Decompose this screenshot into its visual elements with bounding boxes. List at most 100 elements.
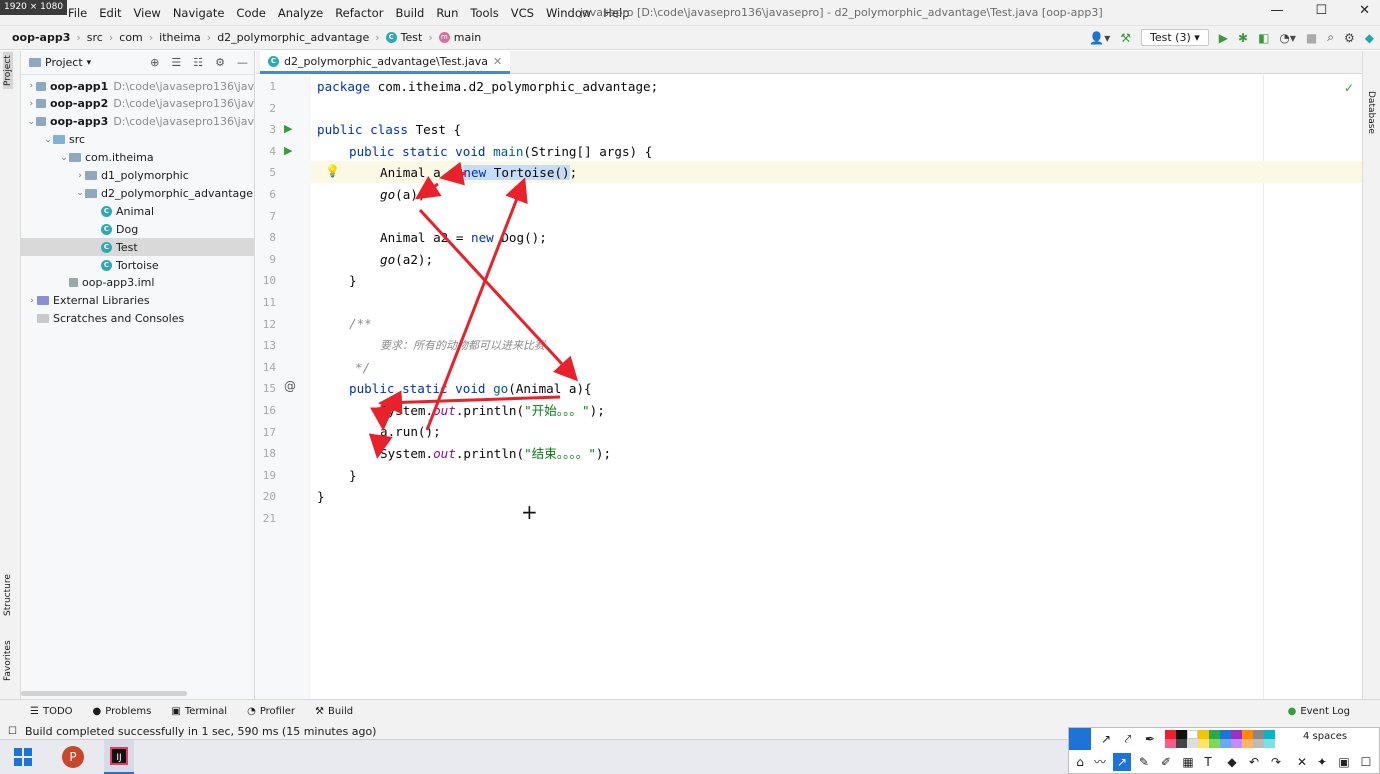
chevron-down-icon[interactable]: ⌄ (59, 153, 69, 163)
eraser-tool-icon[interactable]: ◆ (1223, 753, 1241, 771)
chevron-down-icon[interactable]: ⌄ (27, 117, 36, 127)
tree-item-oop-app2[interactable]: › oop-app2 D:\code\javasepro136\jav (21, 95, 255, 113)
hide-icon[interactable]: — (237, 56, 248, 69)
close-tab-icon[interactable]: ✕ (493, 55, 502, 68)
tree-item-animal[interactable]: C Animal (21, 202, 254, 220)
save-icon[interactable]: ▣ (1335, 753, 1353, 771)
grid-tool-icon[interactable]: ▦ (1179, 753, 1197, 771)
project-panel-title[interactable]: Project (45, 56, 83, 69)
tab-problems[interactable]: ● Problems (93, 706, 152, 717)
tree-item-src[interactable]: ⌄ src (21, 131, 254, 149)
chevron-down-icon[interactable]: ⌄ (43, 135, 53, 145)
highlighter-tool-icon[interactable]: ✐ (1157, 753, 1175, 771)
expand-all-icon[interactable]: ☰ (171, 56, 181, 69)
chevron-down-icon[interactable]: ▾ (87, 58, 92, 68)
pen-tool-icon[interactable]: ✎ (1135, 753, 1153, 771)
database-tool-button[interactable]: Database (1366, 91, 1376, 134)
menu-item-edit[interactable]: Edit (93, 6, 127, 20)
redo-icon[interactable]: ↷ (1267, 753, 1285, 771)
code-editor[interactable]: ✓ 💡 package com.itheima.d2_polymorphic_a… (311, 75, 1362, 699)
pointer-tool-active[interactable] (1069, 728, 1091, 750)
tab-terminal[interactable]: ▣ Terminal (171, 706, 227, 717)
menu-item-run[interactable]: Run (430, 6, 464, 20)
tree-item-tortoise[interactable]: C Tortoise (21, 256, 254, 274)
settings-gear-icon[interactable]: ⚙ (1344, 31, 1355, 45)
undo-icon[interactable]: ↶ (1245, 753, 1263, 771)
freehand-tool-icon[interactable]: 〰 (1091, 753, 1109, 771)
tree-item-oop-app3[interactable]: ⌄ oop-app3 D:\code\javasepro136\jav (21, 113, 254, 131)
breadcrumb-itheima[interactable]: itheima (159, 31, 201, 44)
minimize-icon[interactable]: — (1270, 3, 1283, 18)
indent-status[interactable]: 4 spaces (1303, 731, 1347, 742)
menu-item-vcs[interactable]: VCS (505, 6, 540, 20)
text-tool-icon[interactable]: T (1199, 753, 1217, 771)
breadcrumb-package[interactable]: d2_polymorphic_advantage (217, 31, 369, 44)
chevron-right-icon[interactable]: › (27, 99, 36, 109)
gear-icon[interactable]: ⚙ (215, 56, 225, 69)
locate-icon[interactable]: ⊕ (150, 56, 159, 69)
run-config-select[interactable]: Test (3) ▾ (1141, 29, 1209, 46)
profile-icon[interactable]: ◔▾ (1279, 31, 1296, 45)
tab-todo[interactable]: ☰ TODO (30, 706, 73, 717)
structure-tool-button[interactable]: Structure (3, 574, 13, 616)
build-hammer-icon[interactable]: ⚒ (1120, 31, 1131, 45)
arrow-tool-icon[interactable]: ↗ (1097, 730, 1115, 748)
breadcrumb-com[interactable]: com (119, 31, 143, 44)
menu-item-view[interactable]: View (128, 6, 167, 20)
run-class-icon[interactable]: ▶ (284, 122, 292, 135)
tree-item-oop-app3-iml[interactable]: oop-app3.iml (21, 274, 254, 292)
chevron-down-icon[interactable]: ⌄ (75, 188, 85, 198)
pin-icon[interactable]: ✦ (1313, 753, 1331, 771)
collapse-all-icon[interactable]: ☷ (193, 56, 203, 69)
line-tool-icon[interactable]: ⤤ (1119, 730, 1137, 748)
tree-item-external-libraries[interactable]: › External Libraries (21, 292, 254, 310)
intellij-taskbar-item[interactable]: IJ (104, 740, 134, 774)
breadcrumb-project[interactable]: oop-app3 (12, 31, 70, 44)
menu-item-analyze[interactable]: Analyze (272, 6, 329, 20)
tree-item-d1-polymorphic[interactable]: › d1_polymorphic (21, 167, 254, 185)
select-tool-icon[interactable]: ⌂ (1071, 753, 1089, 771)
breadcrumb-class[interactable]: Test (401, 31, 423, 44)
window-icon[interactable]: ☐ (1357, 753, 1375, 771)
search-icon[interactable]: ⌕ (1327, 30, 1334, 45)
close-draw-icon[interactable]: ✕ (1293, 753, 1311, 771)
windows-start-icon[interactable] (14, 748, 32, 766)
chevron-right-icon[interactable]: › (75, 171, 85, 181)
menu-item-tools[interactable]: Tools (464, 6, 504, 20)
lightbulb-icon[interactable]: 💡 (325, 164, 340, 178)
menu-item-navigate[interactable]: Navigate (167, 6, 231, 20)
implements-icon[interactable]: @ (284, 379, 296, 393)
maximize-icon[interactable]: ☐ (1315, 3, 1327, 18)
tab-profiler[interactable]: ◔ Profiler (247, 706, 295, 717)
tab-build[interactable]: ⚒ Build (315, 706, 353, 717)
tree-item-dog[interactable]: C Dog (21, 220, 254, 238)
panel-toggle-icon[interactable]: ☐ (8, 726, 17, 737)
user-icon[interactable]: 👤▾ (1089, 31, 1110, 45)
tree-item-com-itheima[interactable]: ⌄ com.itheima (21, 149, 254, 167)
coverage-icon[interactable]: ◧ (1258, 31, 1269, 45)
breadcrumb-method[interactable]: main (454, 31, 481, 44)
powerpoint-icon[interactable]: P (62, 746, 84, 768)
color-palette[interactable] (1165, 730, 1275, 748)
event-log-button[interactable]: ● Event Log (1288, 706, 1350, 717)
horizontal-scrollbar[interactable] (21, 691, 187, 696)
menu-item-code[interactable]: Code (230, 6, 271, 20)
marker-tool-icon[interactable]: ✒ (1141, 730, 1159, 748)
tree-item-oop-app1[interactable]: › oop-app1 D:\code\javasepro136\jav (21, 77, 255, 95)
chevron-right-icon[interactable]: › (27, 81, 36, 91)
tree-item-d2-polymorphic-advantage[interactable]: ⌄ d2_polymorphic_advantage (21, 184, 254, 202)
ide-logo-icon[interactable]: ◆ (1365, 31, 1374, 45)
stop-icon[interactable]: ■ (1306, 31, 1317, 45)
tab-test-java[interactable]: C d2_polymorphic_advantage\Test.java ✕ (260, 51, 511, 74)
tree-item-scratches-and-consoles[interactable]: Scratches and Consoles (21, 310, 254, 328)
favorites-tool-button[interactable]: Favorites (3, 640, 13, 681)
project-tool-button[interactable]: Project (3, 52, 13, 89)
run-icon[interactable]: ▶ (1219, 31, 1228, 45)
menu-item-refactor[interactable]: Refactor (329, 6, 389, 20)
debug-icon[interactable]: ✱ (1238, 31, 1248, 45)
menu-item-build[interactable]: Build (389, 6, 430, 20)
arrow-draw-tool-icon[interactable]: ↗ (1113, 753, 1131, 771)
chevron-right-icon[interactable]: › (27, 296, 37, 306)
tree-item-test[interactable]: C Test (21, 238, 254, 257)
run-method-icon[interactable]: ▶ (284, 144, 292, 157)
